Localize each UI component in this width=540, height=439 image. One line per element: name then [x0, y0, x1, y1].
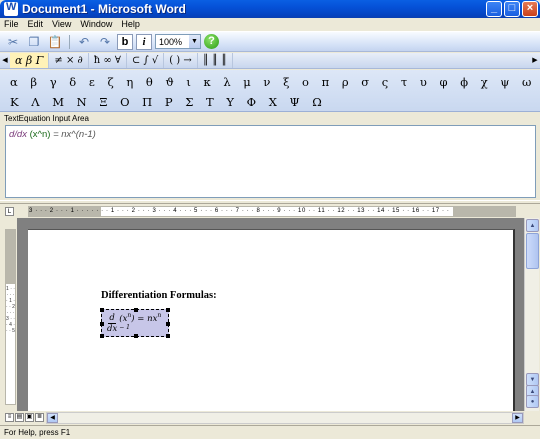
horizontal-ruler[interactable]: 3 · · · 2 · · · 1 · · · · · · · 1 · · · … [28, 206, 516, 217]
document-heading: Differentiation Formulas: [101, 290, 217, 301]
vruler-top-margin [6, 230, 15, 284]
pane-splitter[interactable] [0, 200, 540, 204]
ruler-numbers: 3 · · · 2 · · · 1 · · · · · · · 1 · · · … [29, 208, 450, 214]
document-area[interactable]: Differentiation Formulas: d dx (xn) = nx… [17, 218, 524, 411]
vertical-scrollbar[interactable]: ▲ ▼ ▲ ● [524, 218, 539, 411]
equation-body: (xn) = nxn − 1 [119, 312, 168, 336]
document-page[interactable]: Differentiation Formulas: d dx (xn) = nx… [28, 229, 515, 411]
ruler-row: L 3 · · · 2 · · · 1 · · · · · · · 1 · · … [0, 205, 540, 218]
maximize-icon[interactable]: □ [504, 1, 520, 17]
browse-object-icon[interactable]: ● [526, 395, 539, 408]
tab-integrals[interactable]: ⊂ ∫ √ [127, 53, 165, 68]
fraction-denominator: dx [107, 324, 118, 335]
cut-icon[interactable]: ✂ [4, 33, 22, 51]
menu-edit[interactable]: Edit [28, 18, 44, 30]
resize-handle[interactable] [100, 308, 104, 312]
status-bar: For Help, press F1 [0, 425, 540, 439]
zoom-value: 100% [159, 36, 183, 47]
input-token-power: (x^n) [29, 129, 51, 140]
tab-selector-icon[interactable]: L [5, 207, 14, 216]
normal-view-icon[interactable]: ≡ [5, 413, 14, 422]
scroll-right-icon[interactable]: ▶ [530, 53, 540, 68]
zoom-select[interactable]: 100% ▼ [155, 34, 201, 49]
menu-help[interactable]: Help [121, 18, 140, 30]
scroll-left-arrow-icon[interactable]: ◀ [47, 413, 58, 423]
greek-row-lower[interactable]: α β γ δ ε ζ η θ ϑ ι κ λ μ ν ξ ο π ρ σ ς … [10, 72, 532, 92]
greek-row-upper[interactable]: Κ Λ Μ Ν Ξ Ο Π Ρ Σ Τ Υ Φ Χ Ψ Ω [10, 92, 532, 112]
horizontal-scrollbar[interactable]: ◀ ▶ [46, 412, 524, 424]
tab-matrices[interactable]: ║ ║ ║ [198, 53, 234, 68]
bold-button[interactable]: b [117, 33, 133, 50]
scroll-right-arrow-icon[interactable]: ▶ [512, 413, 523, 423]
outline-view-icon[interactable]: ≣ [35, 413, 44, 422]
vertical-ruler[interactable]: 1 · · · · · · 1 · · · 2 · · · 3 · · · 4 … [5, 229, 16, 405]
resize-handle[interactable] [100, 334, 104, 338]
menu-view[interactable]: View [52, 18, 71, 30]
tab-brackets[interactable]: ( ) → [164, 53, 198, 68]
undo-icon[interactable]: ↶ [75, 33, 93, 51]
scroll-thumb[interactable] [526, 233, 539, 269]
copy-icon[interactable]: ❐ [25, 33, 43, 51]
print-view-icon[interactable]: ▣ [25, 413, 34, 422]
title-bar: Document1 - Microsoft Word _ □ × [0, 0, 540, 18]
minimize-icon[interactable]: _ [486, 1, 502, 17]
input-token-derivative: d/dx [9, 129, 27, 140]
menu-file[interactable]: File [4, 18, 19, 30]
tab-relations[interactable]: ≠ × ∂ [49, 53, 89, 68]
input-area-label: TextEquation Input Area [0, 113, 540, 124]
paste-icon[interactable]: 📋 [46, 33, 64, 51]
close-icon[interactable]: × [522, 1, 538, 17]
menu-window[interactable]: Window [80, 18, 112, 30]
web-view-icon[interactable]: ▤ [15, 413, 24, 422]
tab-greek[interactable]: α β Γ [10, 53, 50, 68]
input-token-result: = nx^(n-1) [53, 129, 96, 140]
rendered-equation: d dx (xn) = nxn − 1 [107, 312, 168, 336]
view-and-hscroll-row: ≡ ▤ ▣ ≣ ◀ ▶ [0, 411, 540, 425]
word-app-icon [4, 1, 18, 16]
fraction-numerator: d [108, 313, 116, 325]
scroll-up-icon[interactable]: ▲ [526, 219, 539, 232]
scroll-left-icon[interactable]: ◀ [0, 53, 10, 68]
equation-result: ) = nx [131, 313, 158, 324]
resize-handle[interactable] [100, 322, 104, 326]
vruler-numbers: 1 · · · · · · 1 · · · 2 · · · 3 · · · 4 … [6, 286, 15, 334]
equation-object[interactable]: d dx (xn) = nxn − 1 [100, 308, 170, 338]
window-controls: _ □ × [486, 1, 538, 17]
equation-input-field[interactable]: d/dx (x^n) = nx^(n-1) [5, 125, 536, 198]
equation-symbol-tabs: ◀ α β Γ ≠ × ∂ ħ ∞ ∀ ⊂ ∫ √ ( ) → ║ ║ ║ ▶ [0, 53, 540, 69]
standard-toolbar: ✂ ❐ 📋 ↶ ↷ b i 100% ▼ ? [0, 31, 540, 52]
help-button[interactable]: ? [204, 34, 219, 49]
toolbar-separator [69, 34, 70, 49]
chevron-down-icon: ▼ [189, 35, 200, 48]
tab-misc-symbols[interactable]: ħ ∞ ∀ [89, 53, 127, 68]
greek-symbol-palette[interactable]: α β γ δ ε ζ η θ ϑ ι κ λ μ ν ξ ο π ρ σ ς … [0, 70, 540, 112]
window-title: Document1 - Microsoft Word [22, 2, 186, 16]
redo-icon[interactable]: ↷ [96, 33, 114, 51]
menu-bar: File Edit View Window Help [0, 18, 540, 30]
derivative-fraction: d dx [107, 313, 117, 334]
italic-button[interactable]: i [136, 33, 152, 50]
